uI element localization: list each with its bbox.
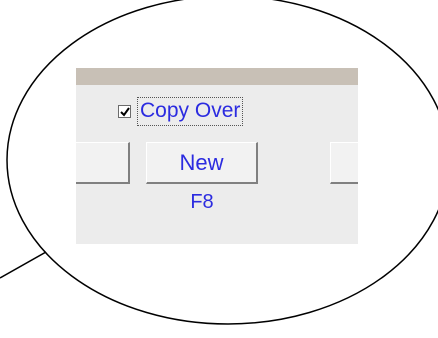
new-button-label: New <box>179 149 224 175</box>
copy-over-option[interactable]: Copy Over <box>118 96 244 126</box>
adjacent-button-right[interactable] <box>330 142 358 184</box>
zoomed-toolbar-region: Copy Over New F8 <box>76 68 358 244</box>
copy-over-label[interactable]: Copy Over <box>137 96 244 126</box>
copy-over-checkbox[interactable] <box>118 104 131 118</box>
new-button[interactable]: New <box>146 142 258 184</box>
callout-pointer <box>0 251 47 279</box>
window-strip <box>76 68 358 85</box>
adjacent-button-left[interactable] <box>76 142 130 184</box>
checkmark-icon <box>120 106 130 117</box>
new-button-shortcut: F8 <box>190 191 214 213</box>
